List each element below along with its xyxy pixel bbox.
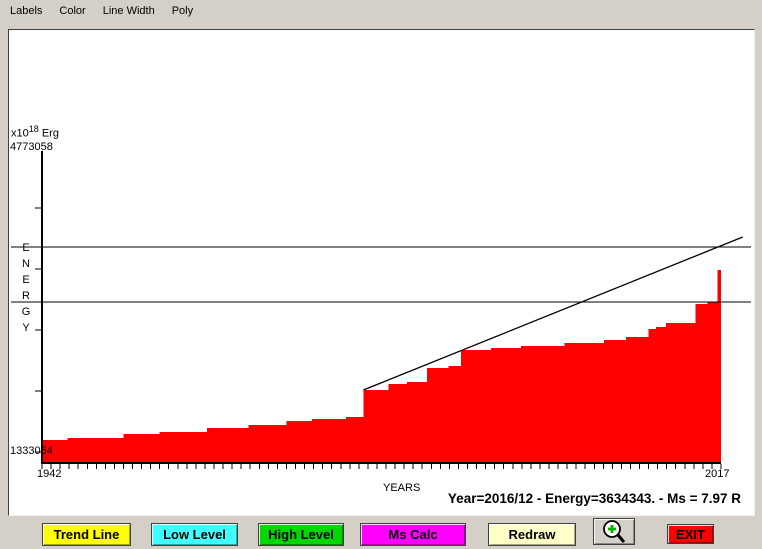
trend-line-button[interactable]: Trend Line [42,523,131,546]
x-axis-min-label: 1942 [37,468,62,480]
menu-line-width[interactable]: Line Width [100,3,158,19]
chart-canvas[interactable] [9,30,754,515]
menu-color[interactable]: Color [56,3,88,19]
menu-labels[interactable]: Labels [7,3,45,19]
high-level-button[interactable]: High Level [258,523,344,546]
y-axis-title: ENERGY [20,242,32,338]
exit-button[interactable]: EXIT [667,524,714,544]
y-axis-max-label: 4773058 [10,141,53,153]
status-readout: Year=2016/12 - Energy=3634343. - Ms = 7.… [447,491,741,506]
redraw-button[interactable]: Redraw [488,523,576,546]
x-axis-max-label: 2017 [705,468,730,480]
zoom-in-icon [603,520,626,543]
menu-bar: Labels Color Line Width Poly [0,0,762,22]
y-axis-min-label: 1333054 [10,445,53,457]
ms-calc-button[interactable]: Ms Calc [360,523,466,546]
chart-panel: x1018 Erg 4773058 ENERGY 1333054 1942 20… [8,29,755,516]
menu-poly[interactable]: Poly [169,3,196,19]
low-level-button[interactable]: Low Level [151,523,238,546]
y-axis-unit-label: x1018 Erg [11,124,59,140]
x-axis-title: YEARS [383,482,421,494]
zoom-button[interactable] [593,518,635,545]
